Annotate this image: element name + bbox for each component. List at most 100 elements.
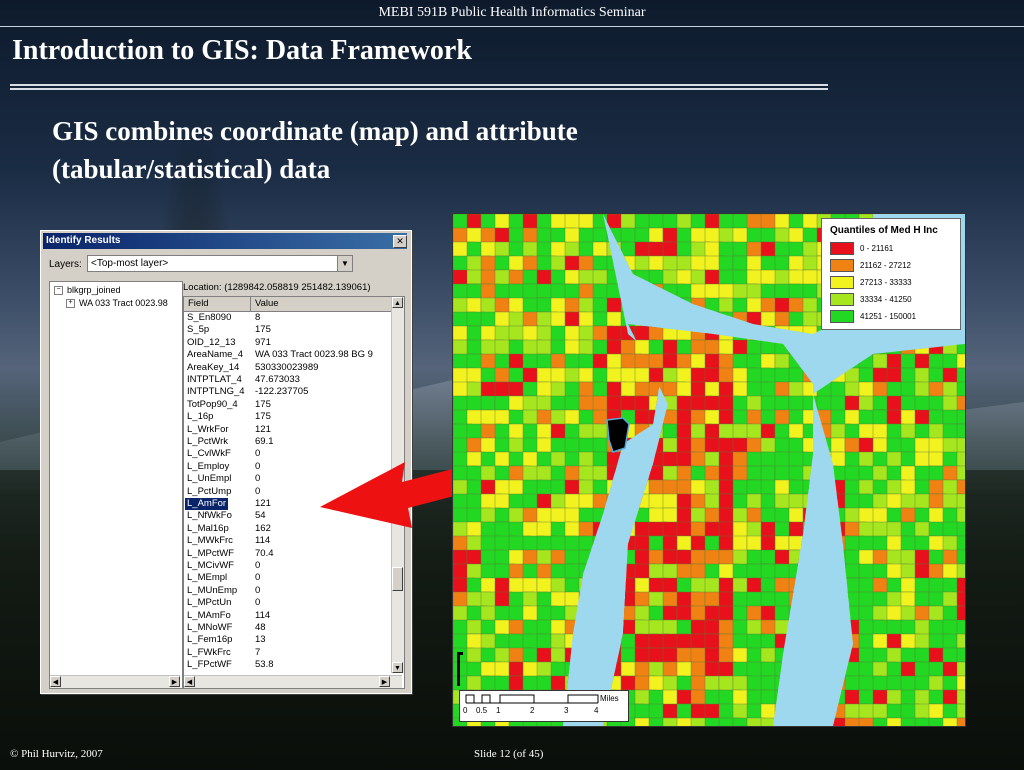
block-group-polygon[interactable] [606,563,622,589]
block-group-polygon[interactable] [844,647,862,665]
block-group-polygon[interactable] [802,591,826,610]
block-group-polygon[interactable] [606,535,631,552]
block-group-polygon[interactable] [830,591,849,611]
block-group-polygon[interactable] [844,563,862,579]
block-group-polygon[interactable] [802,717,829,726]
block-group-polygon[interactable] [816,367,837,383]
block-group-polygon[interactable] [928,647,944,664]
block-group-polygon[interactable] [956,409,965,427]
block-group-polygon[interactable] [718,297,734,322]
block-group-polygon[interactable] [690,703,708,720]
block-group-polygon[interactable] [606,465,623,483]
block-group-polygon[interactable] [900,367,918,384]
block-group-polygon[interactable] [816,563,841,580]
block-group-polygon[interactable] [578,633,602,653]
block-group-polygon[interactable] [816,619,835,638]
block-group-polygon[interactable] [816,493,838,512]
block-group-polygon[interactable] [578,367,594,383]
block-group-polygon[interactable] [802,619,825,644]
block-group-polygon[interactable] [718,311,734,332]
block-group-polygon[interactable] [942,339,960,357]
block-group-polygon[interactable] [690,577,707,594]
block-group-polygon[interactable] [732,311,748,332]
block-group-polygon[interactable] [914,479,932,496]
block-group-polygon[interactable] [788,703,812,719]
block-group-polygon[interactable] [690,311,711,327]
block-group-polygon[interactable] [802,325,818,352]
block-group-polygon[interactable] [774,535,790,553]
block-group-polygon[interactable] [760,325,781,343]
block-group-polygon[interactable] [564,661,587,683]
block-group-polygon[interactable] [774,703,795,721]
block-group-polygon[interactable] [802,535,823,560]
block-group-polygon[interactable] [788,507,813,525]
block-group-polygon[interactable] [956,395,965,413]
block-group-polygon[interactable] [606,549,626,566]
block-group-polygon[interactable] [634,297,650,322]
block-group-polygon[interactable] [802,689,823,714]
block-group-polygon[interactable] [816,479,835,498]
block-group-polygon[interactable] [816,577,843,603]
block-group-polygon[interactable] [830,605,847,631]
block-group-polygon[interactable] [914,717,931,726]
block-group-polygon[interactable] [592,591,618,617]
block-group-polygon[interactable] [746,269,764,286]
block-group-polygon[interactable] [816,535,841,560]
block-group-polygon[interactable] [522,507,540,525]
block-group-polygon[interactable] [620,283,645,305]
block-group-polygon[interactable] [466,297,482,315]
block-group-polygon[interactable] [774,241,792,257]
block-group-polygon[interactable] [802,493,823,519]
block-group-polygon[interactable] [816,521,840,546]
block-group-polygon[interactable] [942,451,959,469]
block-group-polygon[interactable] [620,297,639,315]
block-group-polygon[interactable] [648,227,664,244]
block-group-polygon[interactable] [760,493,776,510]
block-group-polygon[interactable] [466,214,482,229]
block-group-polygon[interactable] [564,605,583,622]
block-group-polygon[interactable] [830,563,847,589]
block-group-polygon[interactable] [592,549,618,576]
block-group-polygon[interactable] [578,591,603,618]
block-group-polygon[interactable] [592,535,613,553]
block-group-polygon[interactable] [942,619,959,637]
block-group-polygon[interactable] [592,563,613,582]
block-group-polygon[interactable] [802,647,819,665]
block-group-polygon[interactable] [928,717,945,726]
block-group-polygon[interactable] [830,633,851,655]
block-group-polygon[interactable] [592,521,616,548]
block-group-polygon[interactable] [816,647,835,667]
block-group-polygon[interactable] [830,619,852,640]
block-group-polygon[interactable] [942,633,958,649]
block-group-polygon[interactable] [788,675,805,691]
block-group-polygon[interactable] [802,339,828,366]
block-group-polygon[interactable] [928,367,944,383]
block-group-polygon[interactable] [592,633,612,657]
block-group-polygon[interactable] [480,437,497,455]
block-group-polygon[interactable] [466,465,484,483]
block-group-polygon[interactable] [830,381,847,398]
block-group-polygon[interactable] [788,605,804,623]
block-group-polygon[interactable] [578,605,602,621]
block-group-polygon[interactable] [606,479,633,497]
block-group-polygon[interactable] [592,577,609,604]
block-group-polygon[interactable] [578,339,594,357]
block-group-polygon[interactable] [760,619,777,637]
block-group-polygon[interactable] [592,647,619,663]
block-group-polygon[interactable] [872,605,890,623]
block-group-polygon[interactable] [956,465,965,481]
block-group-polygon[interactable] [704,465,722,482]
block-group-polygon[interactable] [494,507,511,523]
block-group-polygon[interactable] [886,717,903,726]
block-group-polygon[interactable] [788,633,804,651]
block-group-polygon[interactable] [606,591,627,610]
block-group-polygon[interactable] [816,661,840,684]
block-group-polygon[interactable] [648,689,664,706]
block-group-polygon[interactable] [816,675,840,700]
block-group-polygon[interactable] [606,283,632,300]
block-group-polygon[interactable] [816,549,842,570]
block-group-polygon[interactable] [802,549,820,568]
block-group-polygon[interactable] [802,605,828,628]
block-group-polygon[interactable] [802,703,819,720]
block-group-polygon[interactable] [578,563,601,579]
